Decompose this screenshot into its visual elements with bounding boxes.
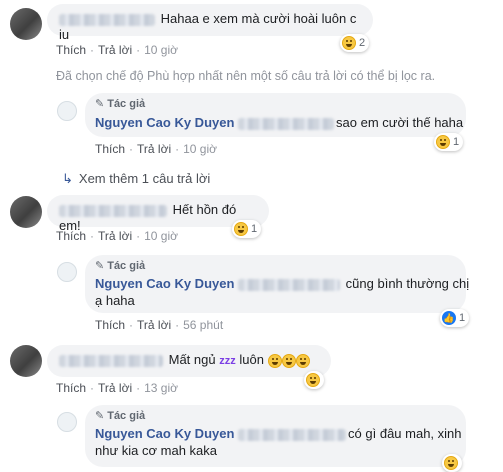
haha-emoji-icon xyxy=(436,135,450,149)
blurred-commenter-name[interactable] xyxy=(59,354,163,367)
reply-link[interactable]: Trả lời xyxy=(98,381,132,395)
author-avatar[interactable] xyxy=(57,101,77,121)
view-more-replies[interactable]: ↳ Xem thêm 1 câu trả lời xyxy=(62,171,210,187)
reaction-summary[interactable]: 1 xyxy=(232,220,262,238)
author-badge: Tác giả xyxy=(107,260,146,272)
reaction-summary[interactable]: 👍 1 xyxy=(440,309,470,327)
haha-emoji-icon xyxy=(267,353,282,368)
like-link[interactable]: Thích xyxy=(95,318,125,332)
author-badge: Tác giả xyxy=(107,98,146,110)
reply-link[interactable]: Trả lời xyxy=(98,43,132,57)
blurred-mention[interactable] xyxy=(238,117,335,130)
reply-link[interactable]: Trả lời xyxy=(137,318,171,332)
reaction-summary[interactable]: 1 xyxy=(434,133,464,151)
reaction-summary[interactable] xyxy=(304,371,324,389)
comment-text-after: luôn xyxy=(239,352,264,367)
filter-notice: Đã chọn chế độ Phù hợp nhất nên một số c… xyxy=(56,69,436,83)
comment-actions: Thích · Trả lời · 10 giờ xyxy=(95,142,217,156)
blurred-mention[interactable] xyxy=(238,278,341,291)
haha-emoji-icon xyxy=(306,373,320,387)
like-link[interactable]: Thích xyxy=(56,43,86,57)
comment-actions: Thích · Trả lời · 10 giờ xyxy=(56,229,178,243)
haha-emoji-icon xyxy=(295,353,310,368)
reaction-summary[interactable]: 2 xyxy=(340,34,370,52)
pencil-icon: ✎ xyxy=(95,98,105,110)
blurred-mention[interactable] xyxy=(238,428,347,441)
timestamp[interactable]: 13 giờ xyxy=(144,381,178,395)
author-reply-bubble: ✎ Tác giả Nguyen Cao Ky Duyen sao em cười… xyxy=(85,93,466,137)
comment-actions: Thích · Trả lời · 56 phút xyxy=(95,318,224,332)
reply-arrow-icon: ↳ xyxy=(62,171,73,186)
reply-link[interactable]: Trả lời xyxy=(98,229,132,243)
comment-bubble: Hahaa e xem mà cười hoài luôn c iu xyxy=(47,4,373,42)
comment-text: có gì đâu mah, xinh xyxy=(348,426,462,441)
commenter-avatar[interactable] xyxy=(10,8,42,40)
reaction-summary[interactable] xyxy=(442,454,462,472)
timestamp[interactable]: 56 phút xyxy=(183,318,223,332)
author-badge: Tác giả xyxy=(107,410,146,422)
author-name[interactable]: Nguyen Cao Ky Duyen xyxy=(95,276,234,291)
haha-emoji-icon xyxy=(281,353,296,368)
comment-text: Mất ngủ xyxy=(168,352,216,367)
like-icon: 👍 xyxy=(442,311,456,325)
haha-emoji-icon xyxy=(444,456,458,470)
like-link[interactable]: Thích xyxy=(56,229,86,243)
timestamp[interactable]: 10 giờ xyxy=(144,43,178,57)
author-name[interactable]: Nguyen Cao Ky Duyen xyxy=(95,426,234,441)
author-reply-bubble: ✎ Tác giả Nguyen Cao Ky Duyen cũng bình t… xyxy=(85,255,470,313)
author-name[interactable]: Nguyen Cao Ky Duyen xyxy=(95,115,234,130)
haha-emoji-icon xyxy=(342,36,356,50)
comment-text-line2: ạ haha xyxy=(95,293,135,308)
blurred-commenter-name[interactable] xyxy=(59,13,155,26)
comment-text: cũng bình thường chị xyxy=(345,276,470,291)
timestamp[interactable]: 10 giờ xyxy=(144,229,178,243)
commenter-avatar[interactable] xyxy=(10,345,42,377)
comment-text: sao em cười thế haha xyxy=(336,115,464,130)
timestamp[interactable]: 10 giờ xyxy=(183,142,217,156)
commenter-avatar[interactable] xyxy=(10,196,42,228)
pencil-icon: ✎ xyxy=(95,410,105,422)
zzz-emoji: zzz xyxy=(219,355,236,367)
comment-actions: Thích · Trả lời · 13 giờ xyxy=(56,381,178,395)
comment-bubble: Mất ngủ zzz luôn xyxy=(47,345,331,377)
reply-link[interactable]: Trả lời xyxy=(137,142,171,156)
like-link[interactable]: Thích xyxy=(95,142,125,156)
blurred-commenter-name[interactable] xyxy=(59,204,167,217)
comment-text-line2: như kia cơ mah kaka xyxy=(95,443,218,458)
author-avatar[interactable] xyxy=(57,262,77,282)
author-avatar[interactable] xyxy=(57,412,77,432)
comment-actions: Thích · Trả lời · 10 giờ xyxy=(56,43,178,57)
like-link[interactable]: Thích xyxy=(56,381,86,395)
haha-emoji-icon xyxy=(234,222,248,236)
pencil-icon: ✎ xyxy=(95,260,105,272)
author-reply-bubble: ✎ Tác giả Nguyen Cao Ky Duyen có gì đâu m… xyxy=(85,405,466,467)
